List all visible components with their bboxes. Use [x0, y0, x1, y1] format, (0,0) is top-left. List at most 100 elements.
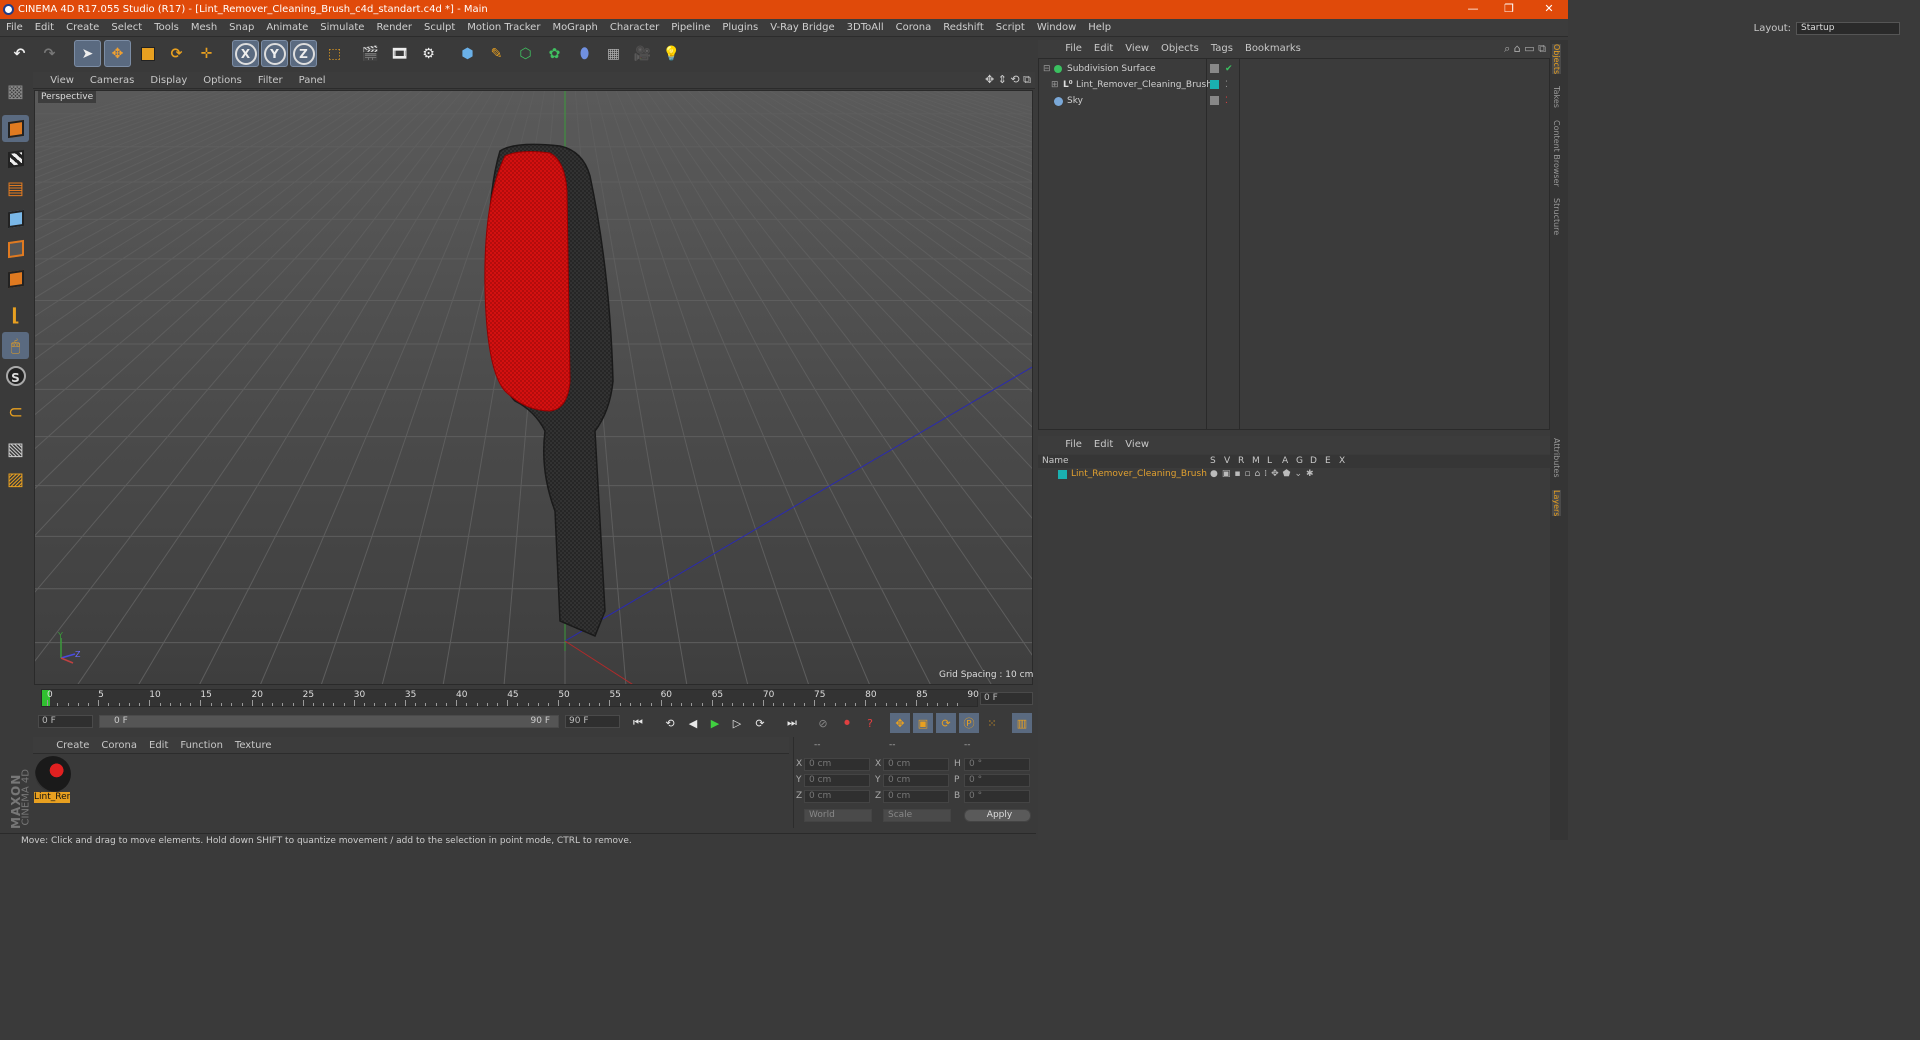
- keyframe-selection-icon[interactable]: ?: [860, 713, 880, 733]
- menu-pipeline[interactable]: Pipeline: [665, 19, 716, 37]
- prev-key-icon[interactable]: ⟲: [660, 713, 680, 733]
- restore-button[interactable]: ❐: [1494, 0, 1524, 19]
- polygons-mode-icon[interactable]: [2, 265, 29, 292]
- timeline-window-icon[interactable]: ▥: [1012, 713, 1032, 733]
- cube-object-icon[interactable]: ⬢: [454, 40, 481, 67]
- edges-mode-icon[interactable]: [2, 235, 29, 262]
- prev-frame-icon[interactable]: ◀: [683, 713, 703, 733]
- next-frame-icon[interactable]: ▷: [727, 713, 747, 733]
- layer-name[interactable]: Lint_Remover_Cleaning_Brush: [1071, 466, 1207, 482]
- object-row-brush[interactable]: ⊞ L⁰ Lint_Remover_Cleaning_Brush ⁚: [1039, 77, 1549, 93]
- key-pla-icon[interactable]: ⁙: [982, 713, 1002, 733]
- auto-keying-icon[interactable]: ⏺: [837, 713, 857, 733]
- obj-menu-file[interactable]: File: [1059, 40, 1088, 58]
- light-icon[interactable]: 💡: [658, 40, 685, 67]
- tab-structure[interactable]: Structure: [1552, 198, 1561, 235]
- layer-tag-icon[interactable]: [1210, 64, 1219, 73]
- timeline-track[interactable]: 0 5 10 15 20 25 30 35 40 45 50 55 60 65 70 75 80 85 90: [41, 689, 979, 707]
- material-thumbnail[interactable]: [35, 756, 71, 792]
- menu-help[interactable]: Help: [1082, 19, 1117, 37]
- layout-dropdown[interactable]: Startup: [1796, 21, 1900, 35]
- undo-icon[interactable]: ↶: [6, 40, 33, 67]
- solo-icon[interactable]: S: [2, 362, 29, 389]
- tab-takes[interactable]: Takes: [1552, 86, 1561, 108]
- render-picture-viewer-icon[interactable]: 🎞: [386, 40, 413, 67]
- search-home-icons[interactable]: ⌕ ⌂ ▭ ⧉: [1504, 42, 1546, 56]
- key-parameter-icon[interactable]: Ⓟ: [959, 713, 979, 733]
- object-row-sky[interactable]: Sky ⁚: [1039, 93, 1549, 109]
- end-frame-field[interactable]: 90 F: [565, 715, 620, 728]
- visibility-dots-icon[interactable]: ⁚: [1225, 77, 1228, 93]
- vp-menu-display[interactable]: Display: [142, 72, 195, 89]
- check-icon[interactable]: ✔: [1225, 61, 1233, 77]
- range-slider[interactable]: 0 F 90 F: [99, 715, 559, 728]
- mat-menu-create[interactable]: Create: [50, 737, 95, 754]
- cloner-icon[interactable]: ✿: [541, 40, 568, 67]
- menu-sculpt[interactable]: Sculpt: [418, 19, 461, 37]
- tab-layers[interactable]: Layers: [1552, 490, 1561, 517]
- timeline-ruler[interactable]: 0 5 10 15 20 25 30 35 40 45 50 55 60 65 70 75 80 85 90 0 F: [33, 686, 1035, 711]
- expand-icon[interactable]: ⊞: [1051, 77, 1059, 93]
- visibility-dots-icon[interactable]: ⁚: [1225, 93, 1228, 109]
- obj-menu-tags[interactable]: Tags: [1205, 40, 1239, 58]
- key-scale-icon[interactable]: ▣: [913, 713, 933, 733]
- coord-field-sx[interactable]: 0 cm: [883, 758, 949, 771]
- layer-toggle-icons[interactable]: ●▣▪▫⌂⁞✥⬟⌄✱: [1210, 466, 1318, 482]
- collapse-icon[interactable]: ⊟: [1043, 61, 1051, 77]
- lock-workplane-icon[interactable]: ▧: [2, 436, 29, 463]
- axis-z-button[interactable]: Z: [290, 40, 317, 67]
- coord-field-px[interactable]: 0 cm: [804, 758, 870, 771]
- coord-field-sz[interactable]: 0 cm: [883, 790, 949, 803]
- viewport-nav-icons[interactable]: ✥ ⇕ ⟲ ⧉: [985, 73, 1031, 87]
- menu-file[interactable]: File: [0, 19, 29, 37]
- coord-field-p[interactable]: 0 °: [964, 774, 1030, 787]
- material-name[interactable]: Lint_Rer: [34, 792, 70, 803]
- move-tool-icon[interactable]: ✥: [104, 40, 131, 67]
- key-position-icon[interactable]: ✥: [890, 713, 910, 733]
- vp-menu-panel[interactable]: Panel: [291, 72, 334, 89]
- layer-color-swatch[interactable]: [1058, 470, 1067, 479]
- obj-menu-view[interactable]: View: [1119, 40, 1155, 58]
- texture-mode-icon[interactable]: [2, 145, 29, 172]
- menu-redshift[interactable]: Redshift: [937, 19, 990, 37]
- tab-objects[interactable]: Objects: [1552, 44, 1561, 75]
- start-frame-field[interactable]: 0 F: [38, 715, 93, 728]
- menu-mograph[interactable]: MoGraph: [546, 19, 603, 37]
- coordinate-system-icon[interactable]: ⬚: [321, 40, 348, 67]
- minimize-button[interactable]: —: [1458, 0, 1488, 19]
- menu-create[interactable]: Create: [60, 19, 105, 37]
- menu-snap[interactable]: Snap: [223, 19, 260, 37]
- coord-scale-dropdown[interactable]: Scale: [883, 809, 951, 822]
- layer-row[interactable]: Lint_Remover_Cleaning_Brush ●▣▪▫⌂⁞✥⬟⌄✱: [1038, 466, 1548, 482]
- close-button[interactable]: ✕: [1534, 0, 1564, 19]
- tab-attributes[interactable]: Attributes: [1552, 438, 1561, 478]
- layer-menu-view[interactable]: View: [1119, 436, 1155, 454]
- menu-vray-bridge[interactable]: V-Ray Bridge: [764, 19, 840, 37]
- mat-menu-edit[interactable]: Edit: [143, 737, 174, 754]
- coord-field-sy[interactable]: 0 cm: [883, 774, 949, 787]
- camera-icon[interactable]: 🎥: [629, 40, 656, 67]
- coord-field-b[interactable]: 0 °: [964, 790, 1030, 803]
- menu-select[interactable]: Select: [105, 19, 148, 37]
- obj-menu-objects[interactable]: Objects: [1155, 40, 1205, 58]
- rotate-tool-icon[interactable]: ⟳: [163, 40, 190, 67]
- points-mode-icon[interactable]: [2, 205, 29, 232]
- tab-content-browser[interactable]: Content Browser: [1552, 120, 1561, 187]
- render-settings-icon[interactable]: ⚙: [415, 40, 442, 67]
- 3d-viewport[interactable]: Y Z: [34, 90, 1033, 685]
- select-arrow-icon[interactable]: ➤: [74, 40, 101, 67]
- menu-motion-tracker[interactable]: Motion Tracker: [461, 19, 546, 37]
- menu-3dtoall[interactable]: 3DToAll: [841, 19, 890, 37]
- axis-y-button[interactable]: Y: [261, 40, 288, 67]
- mat-menu-corona[interactable]: Corona: [95, 737, 143, 754]
- next-key-icon[interactable]: ⟳: [750, 713, 770, 733]
- tweak-mode-icon[interactable]: 🖱: [2, 332, 29, 359]
- scale-tool-icon[interactable]: [134, 40, 161, 67]
- play-icon[interactable]: ▶: [705, 713, 725, 733]
- vp-menu-cameras[interactable]: Cameras: [82, 72, 142, 89]
- subdivision-icon[interactable]: ⬡: [512, 40, 539, 67]
- object-row-subdivision[interactable]: ⊟ Subdivision Surface ✔: [1039, 61, 1549, 77]
- mat-menu-function[interactable]: Function: [174, 737, 229, 754]
- menu-plugins[interactable]: Plugins: [716, 19, 764, 37]
- layer-color-icon[interactable]: [1210, 80, 1219, 89]
